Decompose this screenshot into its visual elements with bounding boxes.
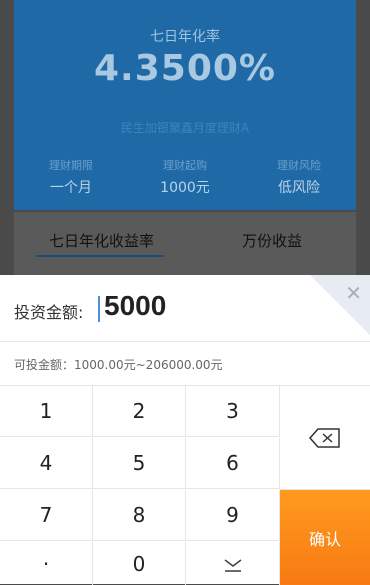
investable-range: 可投金额：1000.00元~206000.00元 (14, 358, 223, 372)
key-3[interactable]: 3 (186, 386, 280, 437)
amount-input[interactable]: 5000 (104, 290, 166, 322)
confirm-button[interactable]: 确认 (280, 490, 370, 585)
stat-label: 理财起购 (163, 159, 207, 172)
stat-value: 一个月 (50, 180, 92, 196)
stat-value: 低风险 (278, 180, 320, 196)
key-8[interactable]: 8 (93, 490, 186, 541)
close-icon[interactable]: ✕ (345, 283, 362, 303)
key-7[interactable]: 7 (0, 490, 93, 541)
key-1[interactable]: 1 (0, 386, 93, 437)
investment-keyboard-panel: 投资金额: 5000 ✕ 可投金额：1000.00元~206000.00元 1 … (0, 275, 370, 585)
tab-seven-day-yield[interactable]: 七日年化收益率 (49, 230, 154, 251)
text-caret (98, 296, 100, 322)
key-6[interactable]: 6 (186, 438, 280, 489)
stat-term: 理财期限 一个月 (16, 157, 126, 197)
stat-label: 理财期限 (49, 159, 93, 172)
key-0[interactable]: 0 (93, 542, 186, 585)
rate-value: 4.3500% (94, 48, 276, 89)
active-tab-indicator (36, 255, 164, 257)
stat-label: 理财风险 (277, 159, 321, 172)
key-5[interactable]: 5 (93, 438, 186, 489)
chart-tabs: 七日年化收益率 万份收益 (14, 212, 356, 275)
key-dot[interactable]: · (0, 542, 93, 585)
key-2[interactable]: 2 (93, 386, 186, 437)
key-9[interactable]: 9 (186, 490, 280, 541)
backspace-icon (308, 427, 340, 448)
rate-card: 七日年化率 4.3500% 民生加银聚鑫月度理财A 理财期限 一个月 理财起购 … (14, 0, 356, 210)
delete-button[interactable] (280, 386, 370, 490)
tab-ten-thousand-yield[interactable]: 万份收益 (242, 230, 302, 251)
product-stats: 理财期限 一个月 理财起购 1000元 理财风险 低风险 (14, 157, 356, 197)
numeric-keypad: 1 2 3 4 5 6 7 8 9 · 0 确认 (0, 385, 370, 585)
hide-keyboard-button[interactable] (186, 542, 280, 585)
amount-row: 投资金额: 5000 ✕ (0, 275, 370, 342)
stat-min-purchase: 理财起购 1000元 (130, 157, 240, 197)
rate-title: 七日年化率 (150, 29, 220, 45)
hide-keyboard-icon (224, 558, 241, 572)
key-4[interactable]: 4 (0, 438, 93, 489)
product-name: 民生加银聚鑫月度理财A (120, 121, 250, 135)
background-page: 七日年化率 4.3500% 民生加银聚鑫月度理财A 理财期限 一个月 理财起购 … (0, 0, 370, 275)
stat-value: 1000元 (160, 180, 210, 196)
amount-label: 投资金额: (14, 303, 84, 322)
stat-risk: 理财风险 低风险 (244, 157, 354, 197)
